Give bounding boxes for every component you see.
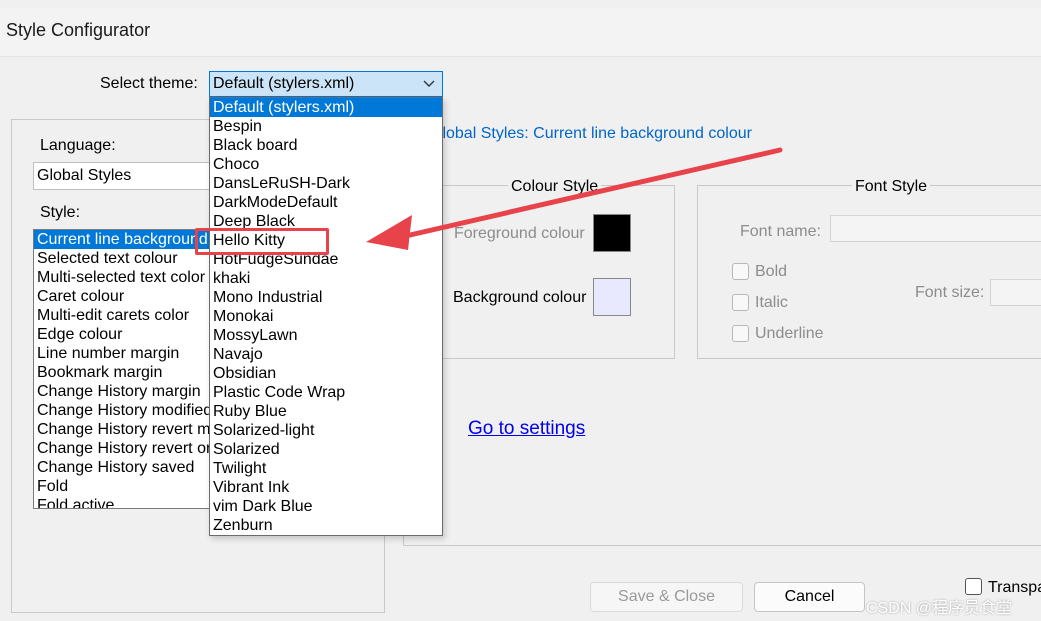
annotation-arrow-icon bbox=[366, 147, 783, 250]
